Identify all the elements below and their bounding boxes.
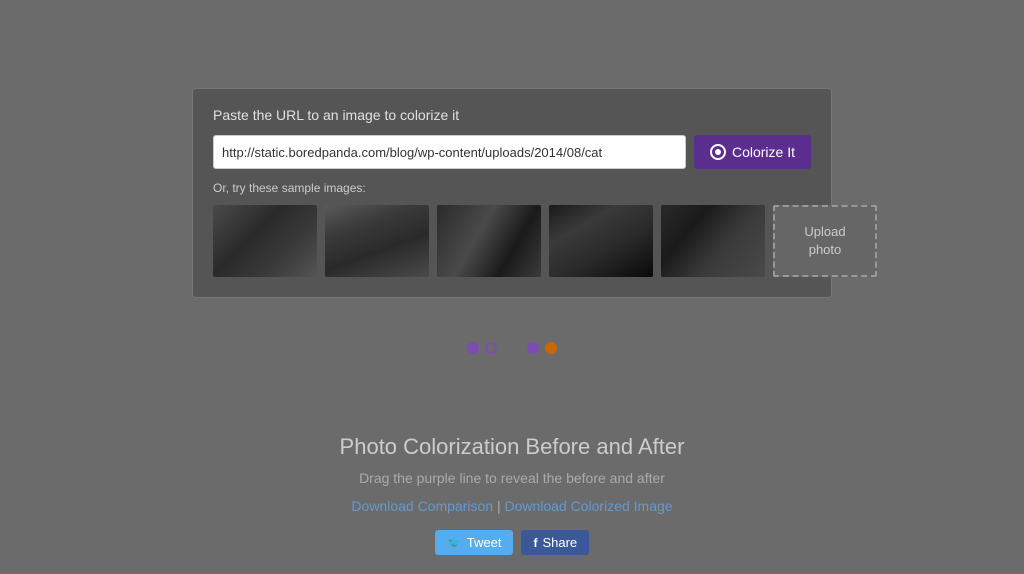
share-label: Share [542,535,577,550]
bottom-section: Photo Colorization Before and After Drag… [192,434,832,555]
dot-3 [527,342,539,354]
url-row: Colorize It [213,135,811,169]
sample-thumb-5[interactable] [661,205,765,277]
url-input[interactable] [213,135,686,169]
tweet-label: Tweet [467,535,502,550]
social-row: 🐦 Tweet f Share [192,530,832,555]
sample-label: Or, try these sample images: [213,181,811,195]
download-colorized-link[interactable]: Download Colorized Image [504,498,672,514]
drag-instruction: Drag the purple line to reveal the befor… [192,470,832,486]
colorize-label: Colorize It [732,144,795,160]
sample-thumb-1[interactable] [213,205,317,277]
facebook-icon: f [533,536,537,550]
thumbnails-row: Uploadphoto [213,205,811,277]
dot-4 [545,342,557,354]
upload-photo-button[interactable]: Uploadphoto [773,205,877,277]
sample-thumb-3[interactable] [437,205,541,277]
colorize-card: Paste the URL to an image to colorize it… [192,88,832,298]
twitter-icon: 🐦 [447,536,462,550]
upload-photo-label: Uploadphoto [804,223,845,259]
dots-row [467,342,557,354]
before-after-title: Photo Colorization Before and After [192,434,832,460]
card-title: Paste the URL to an image to colorize it [213,107,811,123]
sample-thumb-4[interactable] [549,205,653,277]
download-comparison-link[interactable]: Download Comparison [351,498,493,514]
colorize-button[interactable]: Colorize It [694,135,811,169]
colorize-icon [710,144,726,160]
dot-1 [467,342,479,354]
sample-thumb-2[interactable] [325,205,429,277]
facebook-share-button[interactable]: f Share [521,530,589,555]
tweet-button[interactable]: 🐦 Tweet [435,530,514,555]
download-row: Download Comparison | Download Colorized… [192,498,832,514]
dot-2 [485,342,497,354]
